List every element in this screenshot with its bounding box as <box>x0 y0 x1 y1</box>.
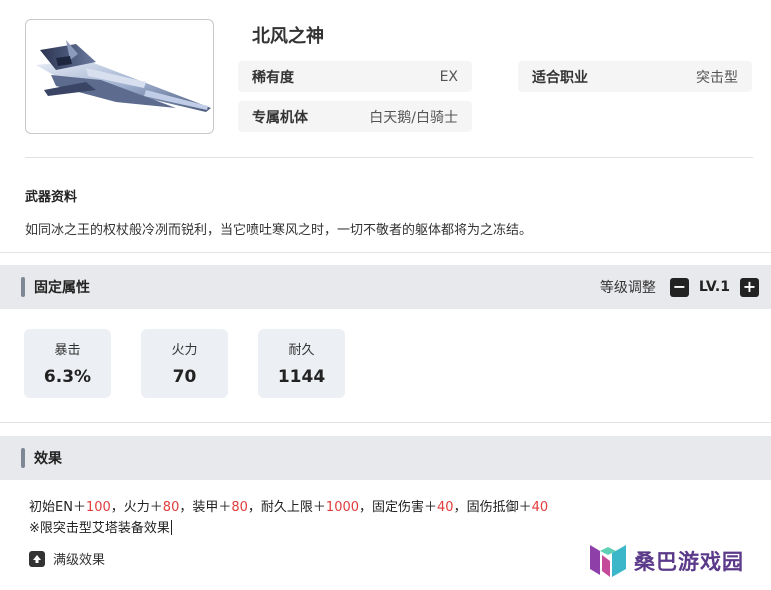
stat-label: 暴击 <box>54 343 81 358</box>
rarity-label: 稀有度 <box>252 69 294 86</box>
text-caret <box>170 520 172 535</box>
weapon-image <box>25 19 214 134</box>
fixed-attributes-title: 固定属性 <box>34 280 90 296</box>
stat-value: 1144 <box>277 367 326 387</box>
effect-note: ※限突击型艾塔装备效果 <box>29 517 172 536</box>
stat-label: 耐久 <box>288 343 315 358</box>
fixed-attributes-header: 固定属性 等级调整 − LV.1 + <box>0 265 771 309</box>
exclusive-unit-value: 白天鹅/白骑士 <box>369 109 458 126</box>
effect-segment: ，装甲＋ <box>179 500 232 515</box>
site-watermark: 桑巴游戏园 <box>588 541 744 581</box>
level-increase-button[interactable]: + <box>740 277 759 297</box>
watermark-text: 桑巴游戏园 <box>634 550 744 574</box>
effect-value: 1000 <box>325 500 360 515</box>
stat-firepower: 火力 70 <box>141 329 228 398</box>
effect-segment: ，耐久上限＋ <box>247 500 326 515</box>
exclusive-unit-label: 专属机体 <box>252 109 308 126</box>
effect-note-text: ※限突击型艾塔装备效果 <box>29 521 170 536</box>
max-level-toggle[interactable]: 满级效果 <box>29 549 105 568</box>
arrow-up-icon <box>29 550 45 567</box>
effect-segment: ，火力＋ <box>110 500 163 515</box>
job-label: 适合职业 <box>532 69 588 86</box>
weapon-name: 北风之神 <box>252 26 324 47</box>
divider <box>25 157 753 158</box>
exclusive-unit-field: 专属机体 白天鹅/白骑士 <box>238 101 472 132</box>
stat-crit: 暴击 6.3% <box>24 329 111 398</box>
stat-label: 火力 <box>171 343 198 358</box>
effect-value: 40 <box>531 500 549 515</box>
stat-value: 70 <box>172 367 197 387</box>
level-adjust-label: 等级调整 <box>599 280 656 296</box>
effect-value: 80 <box>162 500 180 515</box>
max-level-label: 满级效果 <box>53 553 106 568</box>
stat-value: 6.3% <box>43 367 92 387</box>
level-value: LV.1 <box>698 279 730 295</box>
weapon-description: 如同冰之王的权杖般冷冽而锐利，当它喷吐寒风之时，一切不敬者的躯体都将为之冻结。 <box>25 223 533 238</box>
effect-title: 效果 <box>34 451 62 467</box>
job-value: 突击型 <box>696 69 738 86</box>
effect-segment: ，固定伤害＋ <box>359 500 438 515</box>
level-decrease-button[interactable]: − <box>669 277 689 297</box>
stat-durability: 耐久 1144 <box>258 329 345 398</box>
section-accent-bar <box>21 277 25 297</box>
effect-value: 40 <box>437 500 454 515</box>
stats-panel: 暴击 6.3% 火力 70 耐久 1144 <box>0 310 771 423</box>
effect-segment: ，固伤抵御＋ <box>453 500 532 515</box>
weapon-card: 北风之神 稀有度 EX 适合职业 突击型 专属机体 白天鹅/白骑士 武器资料 如… <box>0 0 771 253</box>
level-control: 等级调整 − LV.1 + <box>600 265 759 309</box>
weapon-info-heading: 武器资料 <box>25 190 78 205</box>
effect-text: 初始EN＋100，火力＋80，装甲＋80，耐久上限＋1000，固定伤害＋40，固… <box>29 496 548 515</box>
effect-header: 效果 <box>0 436 771 480</box>
site-logo-icon <box>590 545 626 577</box>
effect-segment: 初始EN＋ <box>29 500 86 515</box>
section-accent-bar <box>21 448 25 468</box>
job-field: 适合职业 突击型 <box>518 61 752 92</box>
rarity-field: 稀有度 EX <box>238 61 472 92</box>
weapon-illustration <box>36 40 211 112</box>
effect-value: 80 <box>231 500 248 515</box>
effect-value: 100 <box>85 500 111 515</box>
rarity-value: EX <box>439 68 458 85</box>
